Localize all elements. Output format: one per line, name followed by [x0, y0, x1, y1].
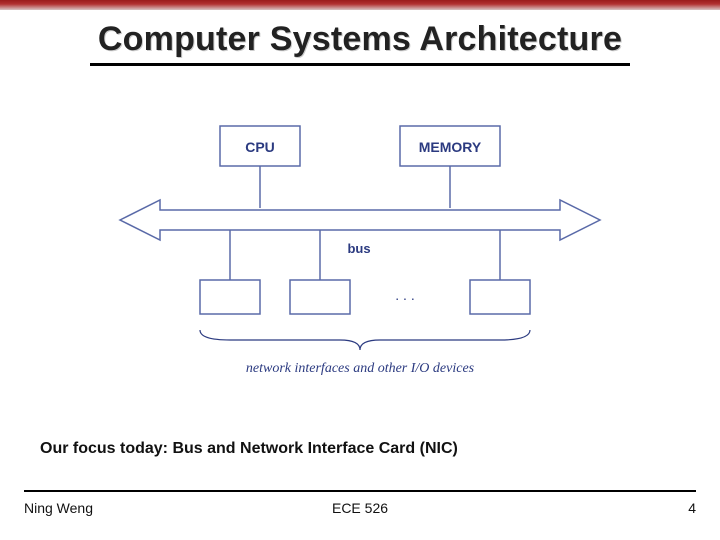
footer-course: ECE 526: [332, 500, 388, 516]
cpu-label: CPU: [245, 139, 275, 155]
focus-line: Our focus today: Bus and Network Interfa…: [40, 440, 458, 458]
brace-caption: network interfaces and other I/O devices: [246, 361, 475, 376]
footer-author: Ning Weng: [24, 500, 93, 516]
diagram-svg: CPU MEMORY bus . . . network interfaces …: [100, 120, 620, 390]
bus-arrow: [120, 200, 600, 240]
title-area: Computer Systems Architecture: [0, 20, 720, 66]
footer-page: 4: [688, 500, 696, 516]
io-box-2: [290, 280, 350, 314]
top-banner: [0, 0, 720, 10]
underbrace: [200, 330, 530, 350]
page-title: Computer Systems Architecture: [90, 20, 630, 66]
memory-label: MEMORY: [419, 139, 482, 155]
ellipsis: . . .: [395, 287, 414, 303]
footer-divider: [24, 490, 696, 492]
bus-label: bus: [347, 241, 370, 256]
io-box-3: [470, 280, 530, 314]
io-box-1: [200, 280, 260, 314]
architecture-diagram: CPU MEMORY bus . . . network interfaces …: [0, 120, 720, 390]
footer: Ning Weng ECE 526 4: [24, 500, 696, 516]
